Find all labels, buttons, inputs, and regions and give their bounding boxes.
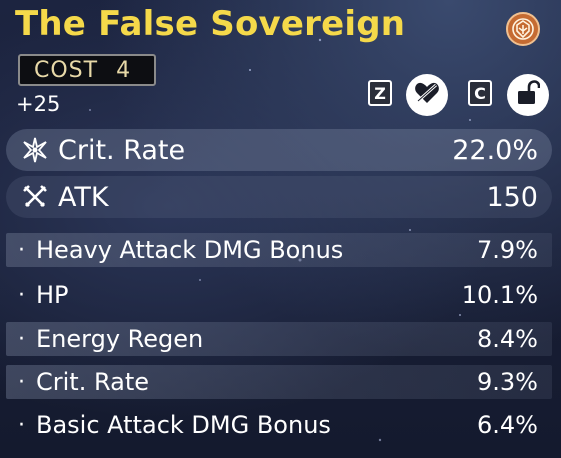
bullet: ·: [18, 412, 25, 438]
unlocked-padlock-icon: [516, 80, 541, 110]
sub-stat-row: · Heavy Attack DMG Bonus 7.9%: [6, 233, 552, 267]
sub-stat-label: HP: [36, 281, 69, 309]
sub-stat-label: Energy Regen: [36, 325, 204, 353]
sub-stat-value: 6.4%: [477, 411, 538, 439]
sub-stat-label: Crit. Rate: [36, 368, 149, 396]
bullet: ·: [18, 326, 25, 352]
sonata-emblem-icon: [506, 12, 540, 46]
lock-toggle-button[interactable]: [507, 74, 549, 116]
sub-stat-row: · Basic Attack DMG Bonus 6.4%: [6, 408, 552, 442]
main-stat-value: 150: [486, 181, 538, 213]
sub-stat-label: Heavy Attack DMG Bonus: [36, 236, 344, 264]
bullet: ·: [18, 237, 25, 263]
sub-stat-value: 8.4%: [477, 325, 538, 353]
sub-stat-value: 7.9%: [477, 236, 538, 264]
echo-name: The False Sovereign: [15, 4, 406, 44]
crossed-swords-icon: [20, 182, 50, 212]
cost-badge: COST 4: [18, 54, 156, 86]
crit-star-icon: [20, 135, 50, 165]
echo-level: +25: [16, 92, 61, 116]
favorite-hotkey: Z: [368, 80, 392, 106]
sub-stat-row: · Energy Regen 8.4%: [6, 322, 552, 356]
main-stat-row: Crit. Rate 22.0%: [6, 129, 552, 171]
heart-slash-icon: [414, 81, 440, 109]
sub-stat-row: · Crit. Rate 9.3%: [6, 365, 552, 399]
main-stat-value: 22.0%: [452, 134, 538, 166]
sub-stat-value: 10.1%: [461, 281, 538, 309]
bullet: ·: [18, 282, 25, 308]
sub-stat-row: · HP 10.1%: [6, 278, 552, 312]
bullet: ·: [18, 369, 25, 395]
lock-hotkey: C: [468, 80, 492, 106]
main-stat-label: ATK: [58, 181, 109, 213]
cost-label: COST: [34, 57, 99, 83]
main-stat-label: Crit. Rate: [58, 134, 186, 166]
favorite-toggle-button[interactable]: [406, 74, 448, 116]
main-stat-row: ATK 150: [6, 176, 552, 218]
sub-stat-value: 9.3%: [477, 368, 538, 396]
cost-value: 4: [116, 57, 132, 83]
sub-stat-label: Basic Attack DMG Bonus: [36, 411, 331, 439]
